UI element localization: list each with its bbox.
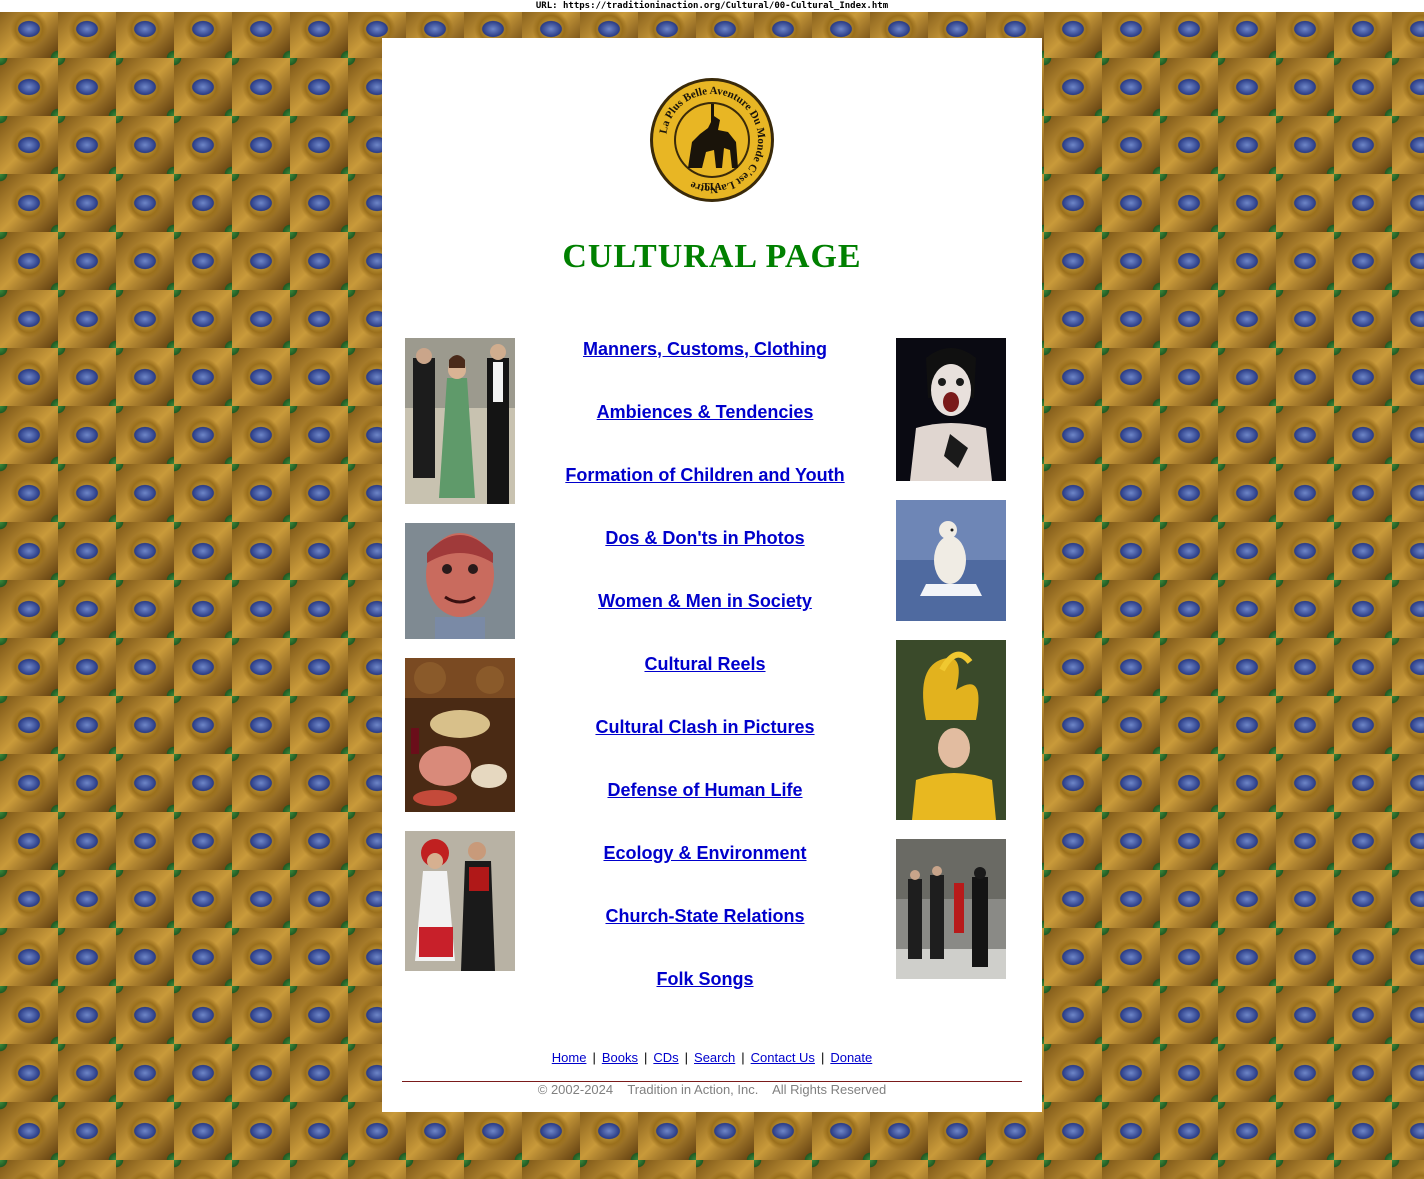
link-ambiences-tendencies[interactable]: Ambiences & Tendencies: [532, 401, 878, 464]
link-cultural-reels[interactable]: Cultural Reels: [532, 653, 878, 716]
footer-link-home[interactable]: Home: [552, 1050, 587, 1065]
footer-separator: |: [643, 1050, 648, 1065]
footer-separator: |: [592, 1050, 596, 1065]
footer-link-contact-us[interactable]: Contact Us: [751, 1050, 815, 1065]
thumb-formal-reception[interactable]: [405, 338, 515, 504]
tia-logo: La Plus Belle Aventure Du Monde C'est La…: [648, 76, 776, 204]
link-formation-children-youth[interactable]: Formation of Children and Youth: [532, 464, 878, 527]
link-defense-human-life[interactable]: Defense of Human Life: [532, 779, 878, 842]
footer-separator: |: [741, 1050, 745, 1065]
link-folk-songs[interactable]: Folk Songs: [532, 968, 878, 1031]
link-cultural-clash-pictures[interactable]: Cultural Clash in Pictures: [532, 716, 878, 779]
thumb-feast-table[interactable]: [405, 658, 515, 812]
footer-link-donate[interactable]: Donate: [830, 1050, 872, 1065]
category-links: Manners, Customs, Clothing Ambiences & T…: [532, 338, 878, 1031]
url-label: URL:: [535, 1, 558, 11]
link-women-men-society[interactable]: Women & Men in Society: [532, 590, 878, 653]
thumb-rock-singer[interactable]: [896, 338, 1006, 481]
thumb-pierced-face[interactable]: [405, 523, 515, 639]
thumb-yellow-hat[interactable]: [896, 640, 1006, 820]
link-church-state-relations[interactable]: Church-State Relations: [532, 905, 878, 968]
link-manners-customs-clothing[interactable]: Manners, Customs, Clothing: [532, 338, 878, 401]
footer-link-search[interactable]: Search: [694, 1050, 735, 1065]
url-text: https://traditioninaction.org/Cultural/0…: [563, 1, 889, 11]
thumb-folk-dancers[interactable]: [405, 831, 515, 971]
url-bar: URL: https://traditioninaction.org/Cultu…: [0, 0, 1424, 12]
footer-separator: |: [684, 1050, 689, 1065]
content-panel: La Plus Belle Aventure Du Monde C'est La…: [382, 38, 1042, 1112]
footer-nav: Home | Books | CDs | Search | Contact Us | Donate: [382, 1050, 1042, 1065]
footer-separator: |: [820, 1050, 825, 1065]
footer-link-cds[interactable]: CDs: [653, 1050, 678, 1065]
thumb-royal-procession[interactable]: [896, 839, 1006, 979]
copyright-text: © 2002-2024 Tradition in Action, Inc. Al…: [537, 1082, 887, 1097]
logo-badge-text: TIA: [702, 181, 722, 193]
link-ecology-environment[interactable]: Ecology & Environment: [532, 842, 878, 905]
footer-link-books[interactable]: Books: [602, 1050, 638, 1065]
page-title: CULTURAL PAGE: [562, 238, 862, 275]
link-dos-donts-photos[interactable]: Dos & Don'ts in Photos: [532, 527, 878, 590]
thumb-polar-bear[interactable]: [896, 500, 1006, 621]
